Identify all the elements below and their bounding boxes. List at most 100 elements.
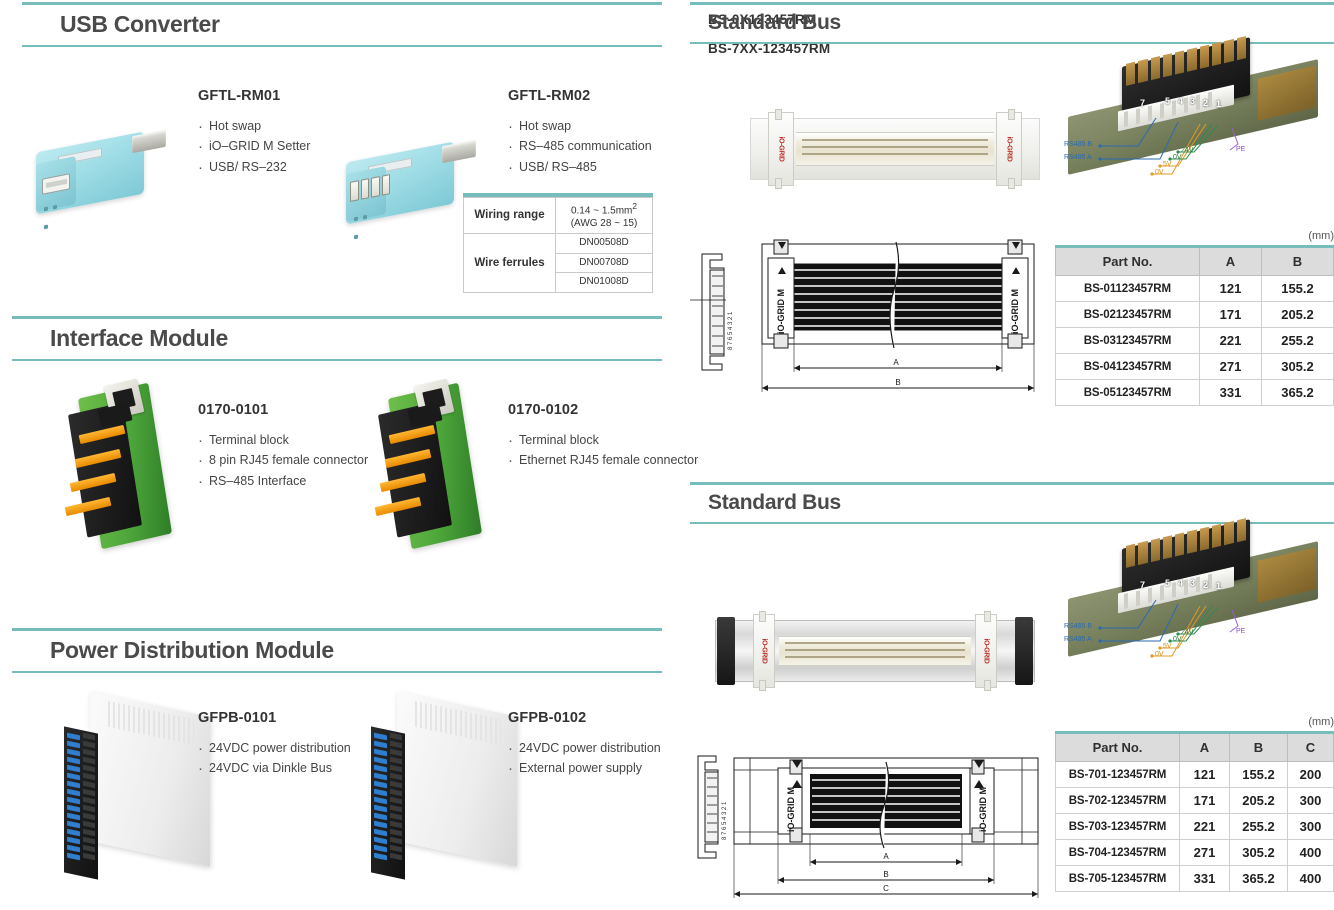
- wiring-range-line1: 0.14 ~ 1.5mm: [570, 205, 633, 217]
- mount-tab: [775, 109, 782, 120]
- callout-0v-1: 0V: [1173, 154, 1182, 161]
- wiring-range-line2: (AWG 28 ~ 15): [570, 217, 638, 229]
- feature-item: Terminal block: [508, 429, 698, 454]
- cell-c: 200: [1287, 761, 1334, 788]
- section-title-standard-bus-1: Standard Bus: [708, 11, 841, 34]
- table-row: BS-703-123457RM 221 255.2 300: [1055, 813, 1334, 840]
- cell-a: 171: [1179, 787, 1230, 814]
- product-info-gftl-rm01: GFTL-RM01 Hot swap iO–GRID M Setter USB/…: [198, 88, 310, 180]
- table-row: BS-03123457RM 221 255.2: [1055, 327, 1334, 354]
- dimension-label-a: A: [893, 358, 899, 367]
- brand-label-left: iO-GRID M: [776, 289, 786, 334]
- connector-diagram-2: 7 5 4 3 2 1 RS485 B RS485 A PE 24V 0V 5V…: [1060, 518, 1334, 688]
- terminal-holes: [83, 732, 95, 874]
- technical-drawing-1: A B iO-GRID M iO-GRID M 8 7 6 5 4 3 2 1: [690, 238, 1060, 398]
- product-image-gftl-rm01: [20, 108, 190, 230]
- connector-diagram-1: 7 5 4 3 2 1 RS485 B RS485 A PE 24V 0V 5V…: [1060, 36, 1334, 206]
- cell-b: 305.2: [1261, 353, 1334, 380]
- table-row: Wiring range 0.14 ~ 1.5mm2 (AWG 28 ~ 15): [463, 196, 653, 235]
- brand-logo: iO-GRID: [760, 638, 768, 664]
- dimension-label-c: C: [883, 884, 889, 893]
- cell-part-no: BS-04123457RM: [1055, 353, 1200, 380]
- wiring-range-label: Wiring range: [463, 196, 556, 235]
- product-info-0170-0102: 0170-0102 Terminal block Ethernet RJ45 f…: [508, 402, 698, 474]
- section-title-standard-bus-2: Standard Bus: [708, 491, 841, 514]
- table-row: BS-05123457RM 331 365.2: [1055, 379, 1334, 406]
- cell-b: 205.2: [1261, 301, 1334, 328]
- cell-b: 365.2: [1261, 379, 1334, 406]
- terminal-connectors: [67, 732, 80, 874]
- cell-b: 305.2: [1229, 839, 1288, 866]
- table-row: BS-04123457RM 271 305.2: [1055, 353, 1334, 380]
- cell-a: 331: [1199, 379, 1262, 406]
- product-info-gfpb-0101: GFPB-0101 24VDC power distribution 24VDC…: [198, 710, 351, 782]
- cell-a: 271: [1199, 353, 1262, 380]
- cell-a: 121: [1199, 275, 1262, 302]
- part-number-table-1: Part No. A B BS-01123457RM 121 155.2 BS-…: [1055, 245, 1334, 406]
- section-rule-bottom: [22, 45, 662, 47]
- column-header-a: A: [1179, 732, 1230, 762]
- bus-contacts: [779, 636, 971, 666]
- table-header-row: Part No. A B: [1055, 246, 1334, 276]
- feature-item: RS–485 communication: [508, 135, 652, 160]
- feature-item: Terminal block: [198, 429, 368, 454]
- unit-note: (mm): [1308, 716, 1334, 728]
- product-info-0170-0101: 0170-0101 Terminal block 8 pin RJ45 fema…: [198, 402, 368, 494]
- cell-c: 400: [1287, 865, 1334, 892]
- datasheet-page: USB Converter GFTL-RM01 Hot swap iO–GRID…: [0, 0, 1334, 910]
- bus-end-cap-left-dark: [717, 617, 735, 685]
- table-row: BS-702-123457RM 171 205.2 300: [1055, 787, 1334, 814]
- bus-photo-1: iO-GRID iO-GRID: [750, 109, 1040, 189]
- feature-item: 24VDC power distribution: [508, 737, 661, 762]
- callout-lines: [1098, 117, 1239, 176]
- callout-pe: PE: [1236, 146, 1246, 153]
- wire-ferrule-value: DN01008D: [555, 272, 653, 293]
- wire-ferrules-label: Wire ferrules: [463, 233, 556, 293]
- section-interface-module: Interface Module: [12, 316, 662, 361]
- cell-part-no: BS-702-123457RM: [1055, 787, 1180, 814]
- table-row: BS-705-123457RM 331 365.2 400: [1055, 865, 1334, 892]
- bus-end-cap-left: iO-GRID: [768, 112, 794, 186]
- cell-part-no: BS-05123457RM: [1055, 379, 1200, 406]
- cell-part-no: BS-704-123457RM: [1055, 839, 1180, 866]
- cell-b: 255.2: [1261, 327, 1334, 354]
- cell-a: 221: [1199, 327, 1262, 354]
- cell-a: 171: [1199, 301, 1262, 328]
- feature-item: Hot swap: [198, 115, 310, 140]
- unit-note: (mm): [1308, 230, 1334, 242]
- table-row: BS-704-123457RM 271 305.2 400: [1055, 839, 1334, 866]
- section-rule-bottom: [12, 359, 662, 361]
- cell-a: 121: [1179, 761, 1230, 788]
- feature-list: Hot swap iO–GRID M Setter USB/ RS–232: [198, 115, 310, 180]
- drawing-svg: A B C iO-GRID M iO-GRID M 8 7 6 5 4 3 2 …: [697, 755, 1039, 898]
- product-name: GFTL-RM01: [198, 88, 281, 104]
- wiring-spec-table-wrap: Wiring range 0.14 ~ 1.5mm2 (AWG 28 ~ 15)…: [463, 193, 653, 293]
- section-standard-bus-2: Standard Bus: [690, 482, 1334, 524]
- wire-ferrule-value: DN00708D: [555, 252, 653, 274]
- bus-end-cap-left: iO-GRID: [753, 614, 775, 688]
- table-row: BS-02123457RM 171 205.2: [1055, 301, 1334, 328]
- cell-part-no: BS-01123457RM: [1055, 275, 1200, 302]
- bus-end-cap-right: iO-GRID: [996, 112, 1022, 186]
- wiring-range-superscript: 2: [632, 201, 638, 211]
- callout-rs485-b: RS485 B: [1064, 141, 1093, 148]
- feature-list: Terminal block Ethernet RJ45 female conn…: [508, 429, 698, 474]
- feature-item: USB/ RS–232: [198, 155, 310, 180]
- pin-label-column: 8 7 6 5 4 3 2 1: [728, 311, 734, 350]
- mount-tab: [1008, 178, 1015, 189]
- column-header-part-no: Part No.: [1055, 732, 1180, 762]
- column-header-part-no: Part No.: [1055, 246, 1200, 276]
- mount-tab: [759, 611, 766, 622]
- feature-item: 24VDC via Dinkle Bus: [198, 757, 351, 782]
- column-header-a: A: [1199, 246, 1262, 276]
- mount-tab: [775, 178, 782, 189]
- feature-list: Terminal block 8 pin RJ45 female connect…: [198, 429, 368, 494]
- part-table-wrap-1: (mm) Part No. A B BS-01123457RM 121 155.…: [1055, 230, 1334, 406]
- feature-list: 24VDC power distribution External power …: [508, 737, 661, 782]
- callout-0v-2: 0V: [1155, 169, 1164, 176]
- dimension-label-b: B: [895, 378, 900, 387]
- section-rule-bottom: [12, 671, 662, 673]
- feature-list: 24VDC power distribution 24VDC via Dinkl…: [198, 737, 351, 782]
- brand-logo: iO-GRID: [1005, 136, 1013, 162]
- product-info-gfpb-0102: GFPB-0102 24VDC power distribution Exter…: [508, 710, 661, 782]
